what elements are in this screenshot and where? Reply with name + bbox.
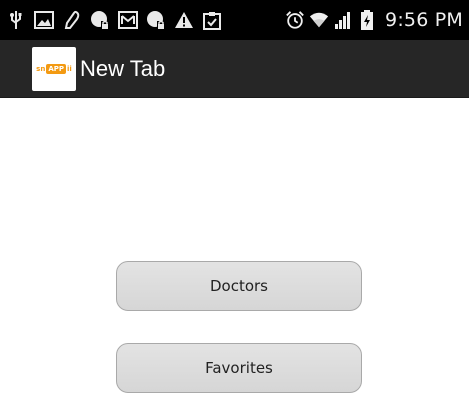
usb-icon <box>6 10 26 30</box>
status-time: 9:56 PM <box>385 9 463 31</box>
logo-text-badge: APP <box>46 63 67 74</box>
image-icon <box>34 10 54 30</box>
clipboard-check-icon <box>202 10 222 30</box>
locked-download-icon <box>90 10 110 30</box>
mail-icon <box>118 10 138 30</box>
battery-charging-icon <box>357 10 377 30</box>
signal-icon <box>333 10 353 30</box>
alarm-icon <box>285 10 305 30</box>
warning-icon <box>174 10 194 30</box>
pen-icon <box>62 10 82 30</box>
page-title: New Tab <box>80 55 166 81</box>
notification-icons <box>6 10 230 30</box>
logo-text-left: sn <box>36 64 46 73</box>
favorites-button[interactable]: Favorites <box>116 343 362 393</box>
system-status: 9:56 PM <box>285 0 463 40</box>
wifi-icon <box>309 10 329 30</box>
locked-download-icon <box>146 10 166 30</box>
doctors-button[interactable]: Doctors <box>116 261 362 311</box>
snappii-logo[interactable]: sn APP ii <box>32 46 76 91</box>
logo-text-right: ii <box>67 64 72 73</box>
status-bar: 9:56 PM <box>0 0 469 40</box>
logo-wordmark: sn APP ii <box>36 63 72 74</box>
action-bar: sn APP ii New Tab <box>0 40 469 98</box>
